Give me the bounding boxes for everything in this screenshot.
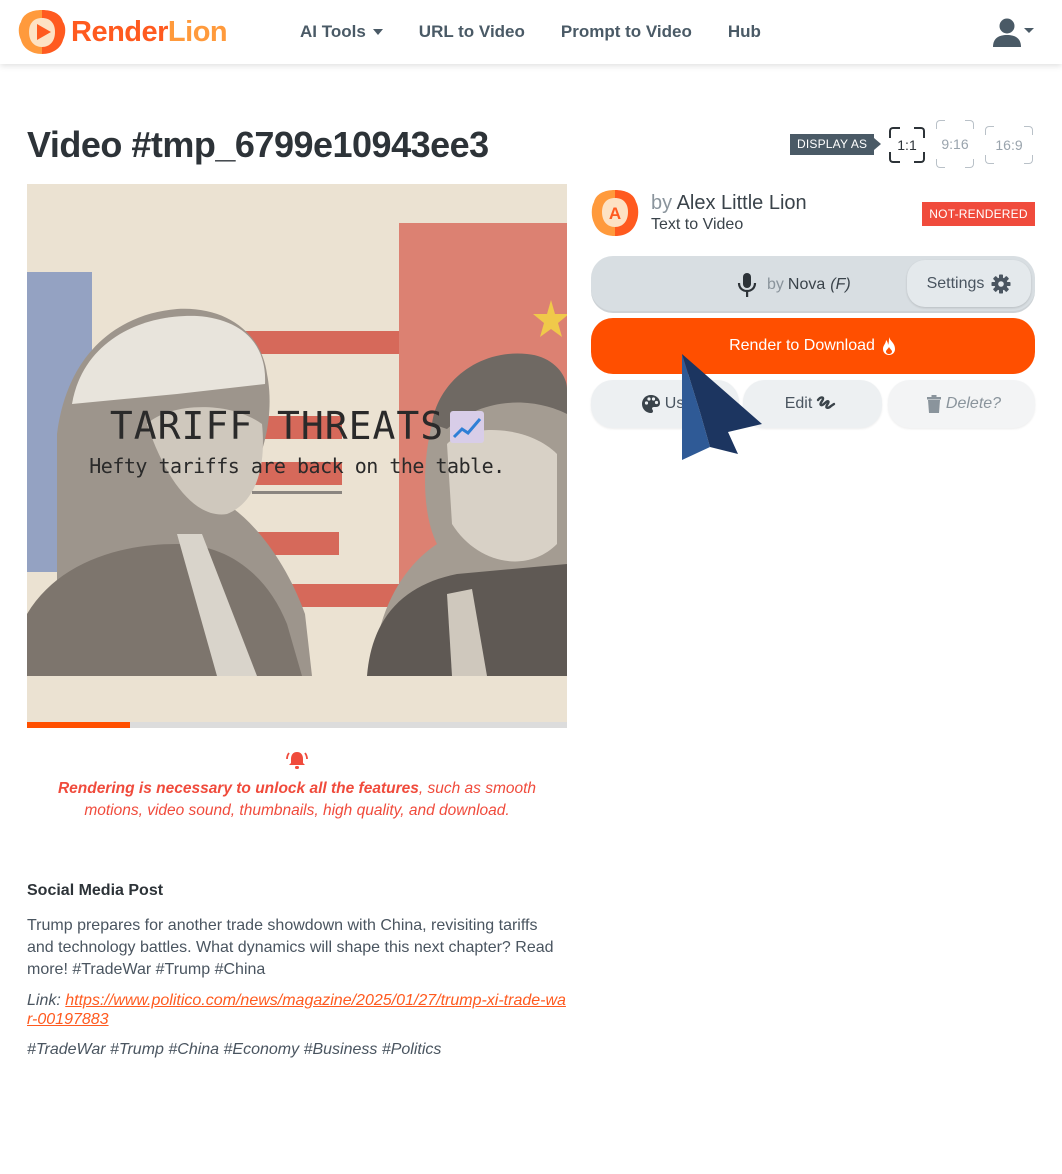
video-progress-fill xyxy=(27,722,130,728)
main-nav: AI Tools URL to Video Prompt to Video Hu… xyxy=(300,0,797,64)
render-status-badge: NOT-RENDERED xyxy=(922,202,1035,226)
user-icon xyxy=(993,18,1021,47)
nav-prompt-to-video[interactable]: Prompt to Video xyxy=(561,22,692,42)
video-overlay-subtitle: Hefty tariffs are back on the table. xyxy=(89,454,505,478)
source-article-link[interactable]: https://www.politico.com/news/magazine/2… xyxy=(27,992,566,1028)
video-overlay-title: TARIFF THREATS xyxy=(27,404,567,448)
render-label: Render to Download xyxy=(729,337,875,354)
social-post-body: Trump prepares for another trade showdow… xyxy=(27,917,554,978)
ratio-1-1-button[interactable]: 1:1 xyxy=(889,127,925,163)
use-label: Use xyxy=(664,395,694,412)
social-post-hashtags: #TradeWar #Trump #China #Economy #Busine… xyxy=(27,1041,442,1058)
video-progress-bar[interactable] xyxy=(27,722,567,728)
fire-icon xyxy=(882,337,895,355)
gear-icon xyxy=(991,274,1011,293)
video-type: Text to Video xyxy=(651,216,744,233)
display-as-label: DISPLAY AS xyxy=(790,134,882,155)
render-notice: Rendering is necessary to unlock all the… xyxy=(47,750,547,822)
voice-bar: by Nova (F) Settings xyxy=(591,256,1035,313)
bell-ringing-icon xyxy=(286,752,308,769)
edit-button[interactable]: Edit xyxy=(743,380,882,428)
palette-icon xyxy=(641,395,660,413)
ratio-label: 16:9 xyxy=(995,137,1023,153)
brand-name: RenderLion xyxy=(71,15,228,48)
social-post-heading: Social Media Post xyxy=(27,882,164,899)
caret-down-icon xyxy=(1024,28,1034,33)
video-title-text: TARIFF THREATS xyxy=(109,404,445,448)
page-title: Video #tmp_6799e10943ee3 xyxy=(27,124,489,165)
voice-by: by xyxy=(767,275,784,293)
navbar: RenderLion AI Tools URL to Video Prompt … xyxy=(0,0,1062,64)
caret-down-icon xyxy=(372,29,383,35)
delete-button[interactable]: Delete? xyxy=(888,380,1035,428)
notice-bold-text: Rendering is necessary to unlock all the… xyxy=(57,780,419,797)
ratio-label: 9:16 xyxy=(941,136,969,152)
ratio-9-16-button[interactable]: 9:16 xyxy=(936,120,974,168)
ratio-label: 1:1 xyxy=(897,137,917,153)
social-post-link-row: Link: https://www.politico.com/news/maga… xyxy=(27,991,567,1029)
trash-icon xyxy=(926,395,941,413)
video-overlay-divider xyxy=(252,491,342,494)
user-menu-button[interactable] xyxy=(992,17,1034,47)
nav-hub[interactable]: Hub xyxy=(728,22,761,42)
voice-settings-button[interactable]: Settings xyxy=(907,260,1031,307)
brand-logo-link[interactable]: RenderLion xyxy=(17,8,228,56)
author-info: by Alex Little Lion Text to Video xyxy=(651,192,807,234)
link-label: Link: xyxy=(27,992,61,1009)
author-name[interactable]: Alex Little Lion xyxy=(677,192,807,214)
svg-text:A: A xyxy=(609,204,621,223)
renderlion-logo-icon xyxy=(18,10,66,54)
voice-selector[interactable]: by Nova (F) xyxy=(737,256,851,313)
nav-ai-tools-label: AI Tools xyxy=(300,22,366,41)
ratio-16-9-button[interactable]: 16:9 xyxy=(985,126,1033,164)
use-template-button[interactable]: Use xyxy=(591,380,739,428)
render-to-download-button[interactable]: Render to Download xyxy=(591,318,1035,374)
microphone-icon xyxy=(737,272,757,297)
signature-icon xyxy=(817,396,836,409)
settings-label: Settings xyxy=(926,274,985,292)
delete-label: Delete? xyxy=(945,395,1002,412)
nav-ai-tools[interactable]: AI Tools xyxy=(300,22,383,42)
author-avatar[interactable]: A xyxy=(591,189,639,237)
author-byline: by Alex Little Lion xyxy=(651,192,807,214)
video-preview[interactable]: TARIFF THREATS Hefty tariffs are back on… xyxy=(27,184,567,724)
voice-gender: (F) xyxy=(830,275,851,293)
voice-name: Nova xyxy=(787,275,826,293)
author-block: A by Alex Little Lion Text to Video xyxy=(591,189,807,237)
chart-increasing-icon xyxy=(450,411,485,443)
edit-label: Edit xyxy=(784,395,813,412)
nav-url-to-video[interactable]: URL to Video xyxy=(419,22,525,42)
